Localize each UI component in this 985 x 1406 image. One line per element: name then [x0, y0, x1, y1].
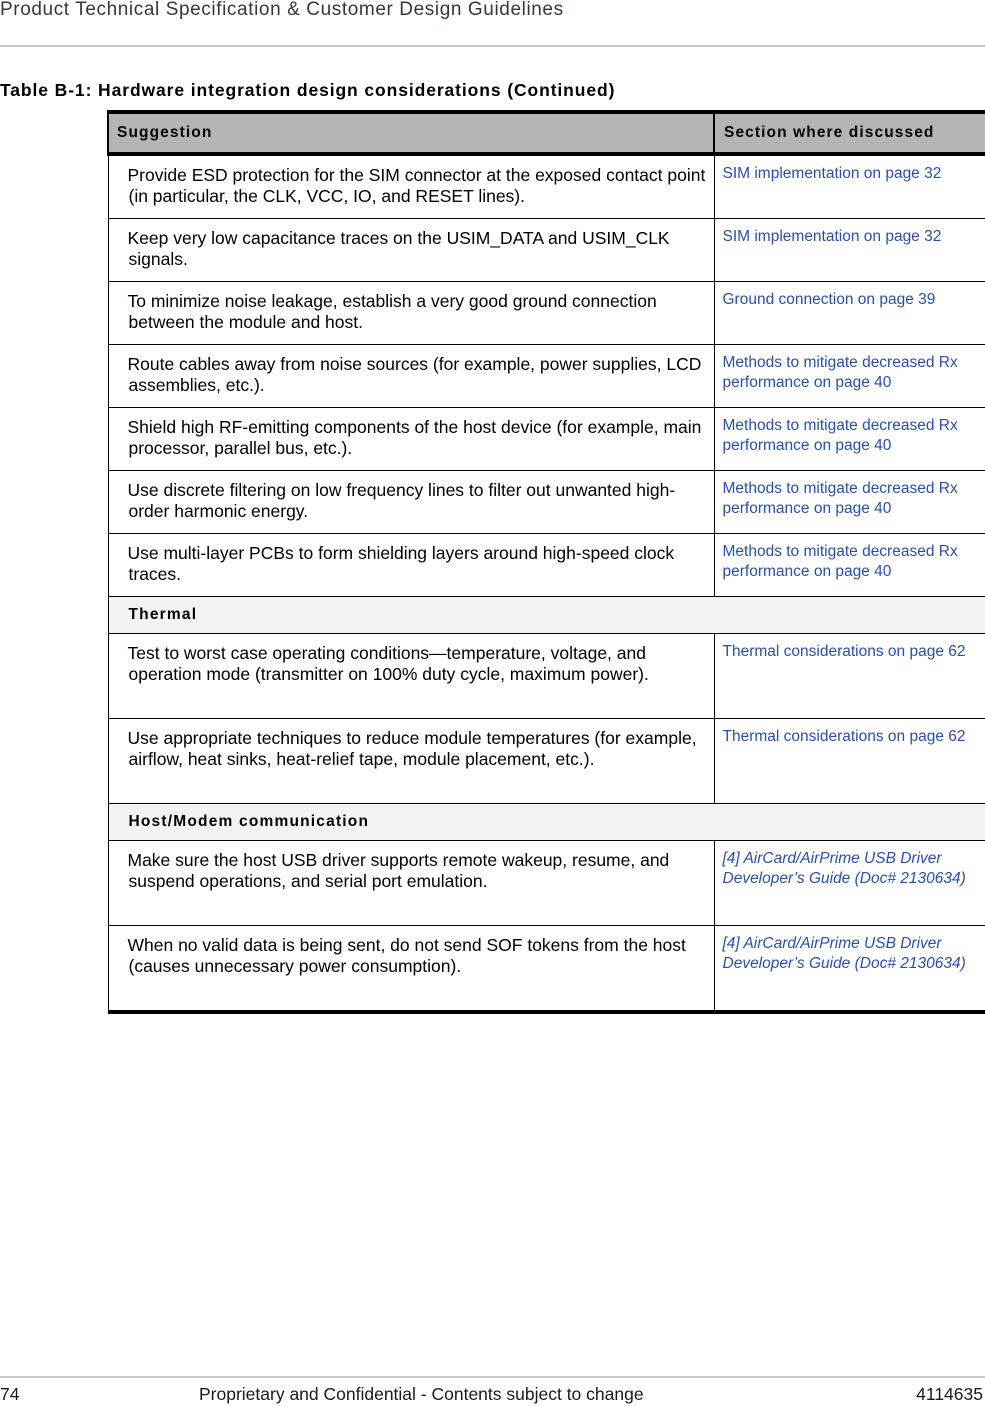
section-link[interactable]: Methods to mitigate decreased Rx perform… [713, 533, 985, 597]
suggestion-cell: Use appropriate techniques to reduce mod… [107, 718, 715, 804]
design-considerations-table: Suggestion Section where discussed Provi… [107, 110, 985, 1014]
table-row: Provide ESD protection for the SIM conne… [107, 153, 985, 219]
suggestion-cell: Route cables away from noise sources (fo… [107, 344, 715, 408]
footer-divider [0, 1376, 985, 1378]
table-row: Use appropriate techniques to reduce mod… [107, 718, 985, 804]
section-link[interactable]: SIM implementation on page 32 [713, 218, 985, 282]
table-caption: Table B-1: Hardware integration design c… [0, 80, 616, 100]
suggestion-cell: Use multi-layer PCBs to form shielding l… [107, 533, 715, 597]
suggestion-cell: Test to worst case operating conditions—… [107, 633, 715, 719]
section-link[interactable]: Methods to mitigate decreased Rx perform… [713, 407, 985, 471]
group-header-row: Host/Modem communication [107, 803, 985, 841]
footer-notice: Proprietary and Confidential - Contents … [199, 1384, 644, 1404]
table-row: Make sure the host USB driver supports r… [107, 840, 985, 926]
section-link[interactable]: SIM implementation on page 32 [713, 153, 985, 219]
table-row: When no valid data is being sent, do not… [107, 925, 985, 1014]
suggestion-cell: When no valid data is being sent, do not… [107, 925, 715, 1014]
suggestion-cell: Provide ESD protection for the SIM conne… [107, 153, 715, 219]
table-row: Shield high RF-emitting components of th… [107, 407, 985, 471]
section-link[interactable]: Ground connection on page 39 [713, 281, 985, 345]
page-header-title: Product Technical Specification & Custom… [0, 0, 564, 20]
group-header-row: Thermal [107, 596, 985, 634]
table-row: Route cables away from noise sources (fo… [107, 344, 985, 408]
group-label-thermal: Thermal [107, 596, 985, 634]
table-row: Use multi-layer PCBs to form shielding l… [107, 533, 985, 597]
reference-doc-link[interactable]: [4] AirCard/AirPrime USB Driver Develope… [713, 840, 985, 926]
header-divider [0, 45, 985, 47]
reference-doc-link[interactable]: [4] AirCard/AirPrime USB Driver Develope… [713, 925, 985, 1014]
group-label-host-modem: Host/Modem communication [107, 803, 985, 841]
suggestion-cell: Use discrete filtering on low frequency … [107, 470, 715, 534]
section-link[interactable]: Thermal considerations on page 62 [713, 718, 985, 804]
suggestion-cell: Shield high RF-emitting components of th… [107, 407, 715, 471]
suggestion-cell: To minimize noise leakage, establish a v… [107, 281, 715, 345]
table-row: Test to worst case operating conditions—… [107, 633, 985, 719]
section-link[interactable]: Thermal considerations on page 62 [713, 633, 985, 719]
section-link[interactable]: Methods to mitigate decreased Rx perform… [713, 470, 985, 534]
table-header-row: Suggestion Section where discussed [107, 110, 985, 156]
footer-page-number: 74 [0, 1384, 20, 1404]
footer-doc-number: 4114635 [916, 1384, 983, 1404]
table-row: Use discrete filtering on low frequency … [107, 470, 985, 534]
table-row: Keep very low capacitance traces on the … [107, 218, 985, 282]
suggestion-cell: Make sure the host USB driver supports r… [107, 840, 715, 926]
table-row: To minimize noise leakage, establish a v… [107, 281, 985, 345]
suggestion-cell: Keep very low capacitance traces on the … [107, 218, 715, 282]
column-header-suggestion: Suggestion [107, 110, 715, 156]
column-header-section: Section where discussed [713, 110, 985, 156]
section-link[interactable]: Methods to mitigate decreased Rx perform… [713, 344, 985, 408]
